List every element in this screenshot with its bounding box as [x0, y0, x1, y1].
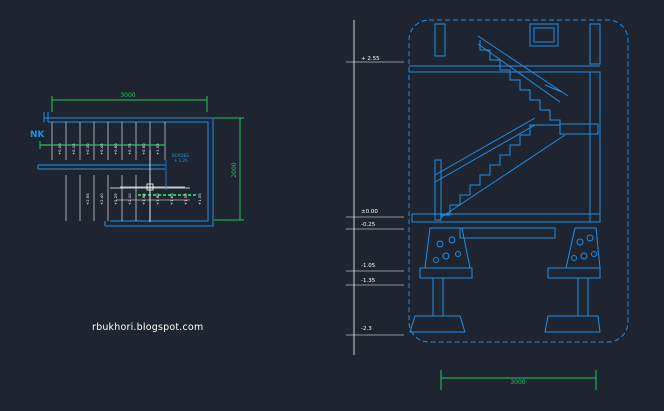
- level-label: +1.65: [169, 193, 174, 205]
- plan-depth-dimension: 2000: [231, 162, 238, 177]
- level-label: +2.40: [99, 193, 104, 205]
- level-label: +1.35: [197, 193, 202, 205]
- level-label: +1.50: [183, 193, 188, 205]
- upper-flight-treads: [51, 122, 166, 160]
- level-label: +0.00: [57, 143, 62, 155]
- lower-flight-treads: [65, 175, 151, 221]
- level-label: +2.10: [127, 193, 132, 205]
- level-label: +2.25: [113, 193, 118, 205]
- level-label: +1.95: [141, 193, 146, 205]
- plan-width-dimension: 3000: [120, 92, 135, 99]
- level-label: +0.45: [99, 143, 104, 155]
- level-label: +0.60: [113, 143, 118, 155]
- level-label: + 2.55: [361, 56, 380, 62]
- level-label: +1.05: [155, 143, 160, 155]
- level-label: -1.35: [361, 278, 376, 284]
- stone-foundation-right: [544, 227, 601, 333]
- level-label: -2.3: [361, 326, 372, 332]
- landing-slab: [559, 123, 599, 135]
- stair-section: 3000: [346, 19, 629, 390]
- lower-handrail: [434, 117, 536, 176]
- level-label: -0.25: [361, 222, 376, 228]
- section-outline: [408, 19, 629, 343]
- watermark: rbukhori.blogspot.com: [92, 322, 204, 333]
- plan-lower-levels: +2.55 +2.40 +2.25 +2.10 +1.95 +1.80 +1.6…: [85, 193, 202, 205]
- cad-drawing: 3000 2000 BORDES + 1.20 +0.00 +0.15 +0.3…: [37, 19, 629, 390]
- stone-foundation-left: [409, 227, 473, 333]
- level-label: +1.80: [155, 193, 160, 205]
- level-label: -1.05: [361, 263, 376, 269]
- plan-outer-wall: [44, 117, 214, 227]
- section-levels: + 2.55 ±0.00 -0.25 -1.05 -1.35 -2.3: [361, 56, 380, 332]
- level-label: +0.90: [141, 143, 146, 155]
- bordes-level: + 1.20: [174, 158, 188, 163]
- level-label: +0.30: [85, 143, 90, 155]
- upper-flight: [479, 40, 561, 124]
- north-label: NK: [30, 130, 45, 140]
- level-label: +0.15: [71, 143, 76, 155]
- level-label: +0.75: [127, 143, 132, 155]
- level-label: +2.55: [85, 193, 90, 205]
- section-width-dimension: 3000: [510, 379, 525, 386]
- level-label: ±0.00: [361, 209, 378, 215]
